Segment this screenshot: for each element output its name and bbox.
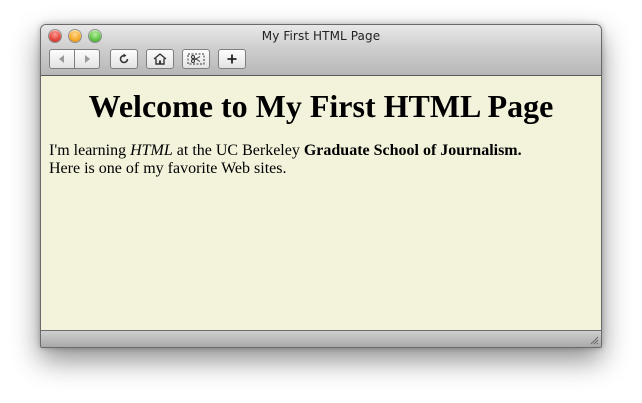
page-paragraph: I'm learning HTML at the UC Berkeley Gra… xyxy=(49,142,601,178)
page-heading: Welcome to My First HTML Page xyxy=(88,88,554,124)
window-title: My First HTML Page xyxy=(261,29,381,43)
title-bar[interactable]: My First HTML Page xyxy=(41,25,601,76)
paragraph-text-prefix: I'm learning xyxy=(49,142,131,159)
snip-button[interactable] xyxy=(182,49,210,69)
forward-button[interactable] xyxy=(74,49,100,69)
page-content: Welcome to My First HTML Page I'm learni… xyxy=(41,76,601,332)
add-bookmark-button[interactable] xyxy=(218,49,246,69)
emphasis-html: HTML xyxy=(130,142,173,159)
status-bar xyxy=(41,330,601,347)
reload-icon xyxy=(119,53,129,64)
home-button[interactable] xyxy=(146,49,174,69)
home-icon xyxy=(153,53,167,65)
chevron-right-icon xyxy=(85,55,90,63)
bold-school-name: Graduate School of Journalism. xyxy=(303,142,522,159)
paragraph-line-two: Here is one of my favorite Web sites. xyxy=(49,160,287,177)
plus-icon xyxy=(227,54,237,64)
scissors-icon xyxy=(187,53,205,65)
resize-grip-icon[interactable] xyxy=(589,335,599,345)
chevron-left-icon xyxy=(59,55,64,63)
reload-button[interactable] xyxy=(110,49,138,69)
browser-window: My First HTML Page Welcome to My First H… xyxy=(40,24,602,348)
back-button[interactable] xyxy=(49,49,75,69)
paragraph-text-mid: at the UC Berkeley xyxy=(172,142,304,159)
